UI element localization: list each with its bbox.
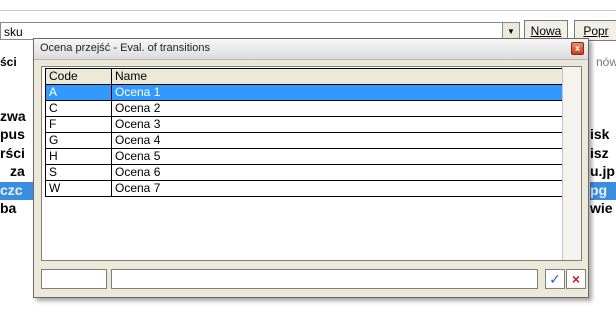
close-icon[interactable]: x: [571, 42, 584, 55]
background-row[interactable]: isz: [590, 145, 616, 163]
column-header-name[interactable]: Name: [112, 69, 562, 84]
row-name: Ocena 5: [115, 149, 161, 163]
table-row[interactable]: H Ocena 5: [46, 149, 562, 165]
row-code: S: [46, 165, 112, 180]
column-header-code[interactable]: Code: [46, 69, 112, 84]
row-name: Ocena 3: [115, 117, 161, 131]
background-row[interactable]: wie: [590, 200, 616, 218]
row-name: Ocena 4: [115, 133, 161, 147]
background-label-right: nów: [596, 55, 616, 69]
background-row[interactable]: isk: [590, 126, 616, 144]
background-row[interactable]: u.jp: [590, 163, 616, 181]
table-row[interactable]: F Ocena 3: [46, 117, 562, 133]
table-row[interactable]: C Ocena 2: [46, 101, 562, 117]
grid-table: Code Name A Ocena 1 C Ocena 2 F Ocena 3 …: [45, 68, 563, 197]
row-code: W: [46, 181, 112, 196]
background-label-left: ści: [0, 55, 17, 69]
dialog-title: Ocena przejść - Eval. of transitions: [40, 42, 210, 54]
table-row[interactable]: S Ocena 6: [46, 165, 562, 181]
grid-header-row: Code Name: [46, 69, 562, 85]
filter-name-input[interactable]: [111, 269, 538, 289]
row-name: Ocena 2: [115, 101, 161, 115]
row-name: Ocena 1: [112, 85, 562, 100]
checkmark-icon: ✓: [549, 270, 561, 287]
cross-icon: ×: [571, 271, 581, 287]
ok-button[interactable]: ✓: [545, 269, 565, 289]
row-code: A: [46, 85, 112, 100]
row-code: G: [46, 133, 112, 148]
row-code: F: [46, 117, 112, 132]
row-code: C: [46, 101, 112, 116]
background-divider: [0, 10, 616, 11]
chevron-down-icon[interactable]: ▼: [502, 23, 519, 39]
table-row[interactable]: G Ocena 4: [46, 133, 562, 149]
filter-code-input[interactable]: [41, 269, 107, 289]
background-combo-value: sku: [4, 25, 23, 39]
eval-transitions-dialog: Ocena przejść - Eval. of transitions x C…: [33, 38, 589, 298]
table-row[interactable]: W Ocena 7: [46, 181, 562, 197]
filter-bar: ✓ ×: [41, 269, 586, 291]
row-name: Ocena 6: [115, 165, 161, 179]
row-code: H: [46, 149, 112, 164]
row-name: Ocena 7: [115, 181, 161, 195]
grid-scrollbar[interactable]: [562, 67, 581, 260]
transitions-grid: Code Name A Ocena 1 C Ocena 2 F Ocena 3 …: [41, 66, 582, 261]
dialog-titlebar[interactable]: Ocena przejść - Eval. of transitions x: [34, 39, 588, 60]
cancel-button[interactable]: ×: [566, 269, 586, 289]
background-row-selected[interactable]: pg: [590, 182, 616, 200]
table-row[interactable]: A Ocena 1: [46, 85, 562, 101]
